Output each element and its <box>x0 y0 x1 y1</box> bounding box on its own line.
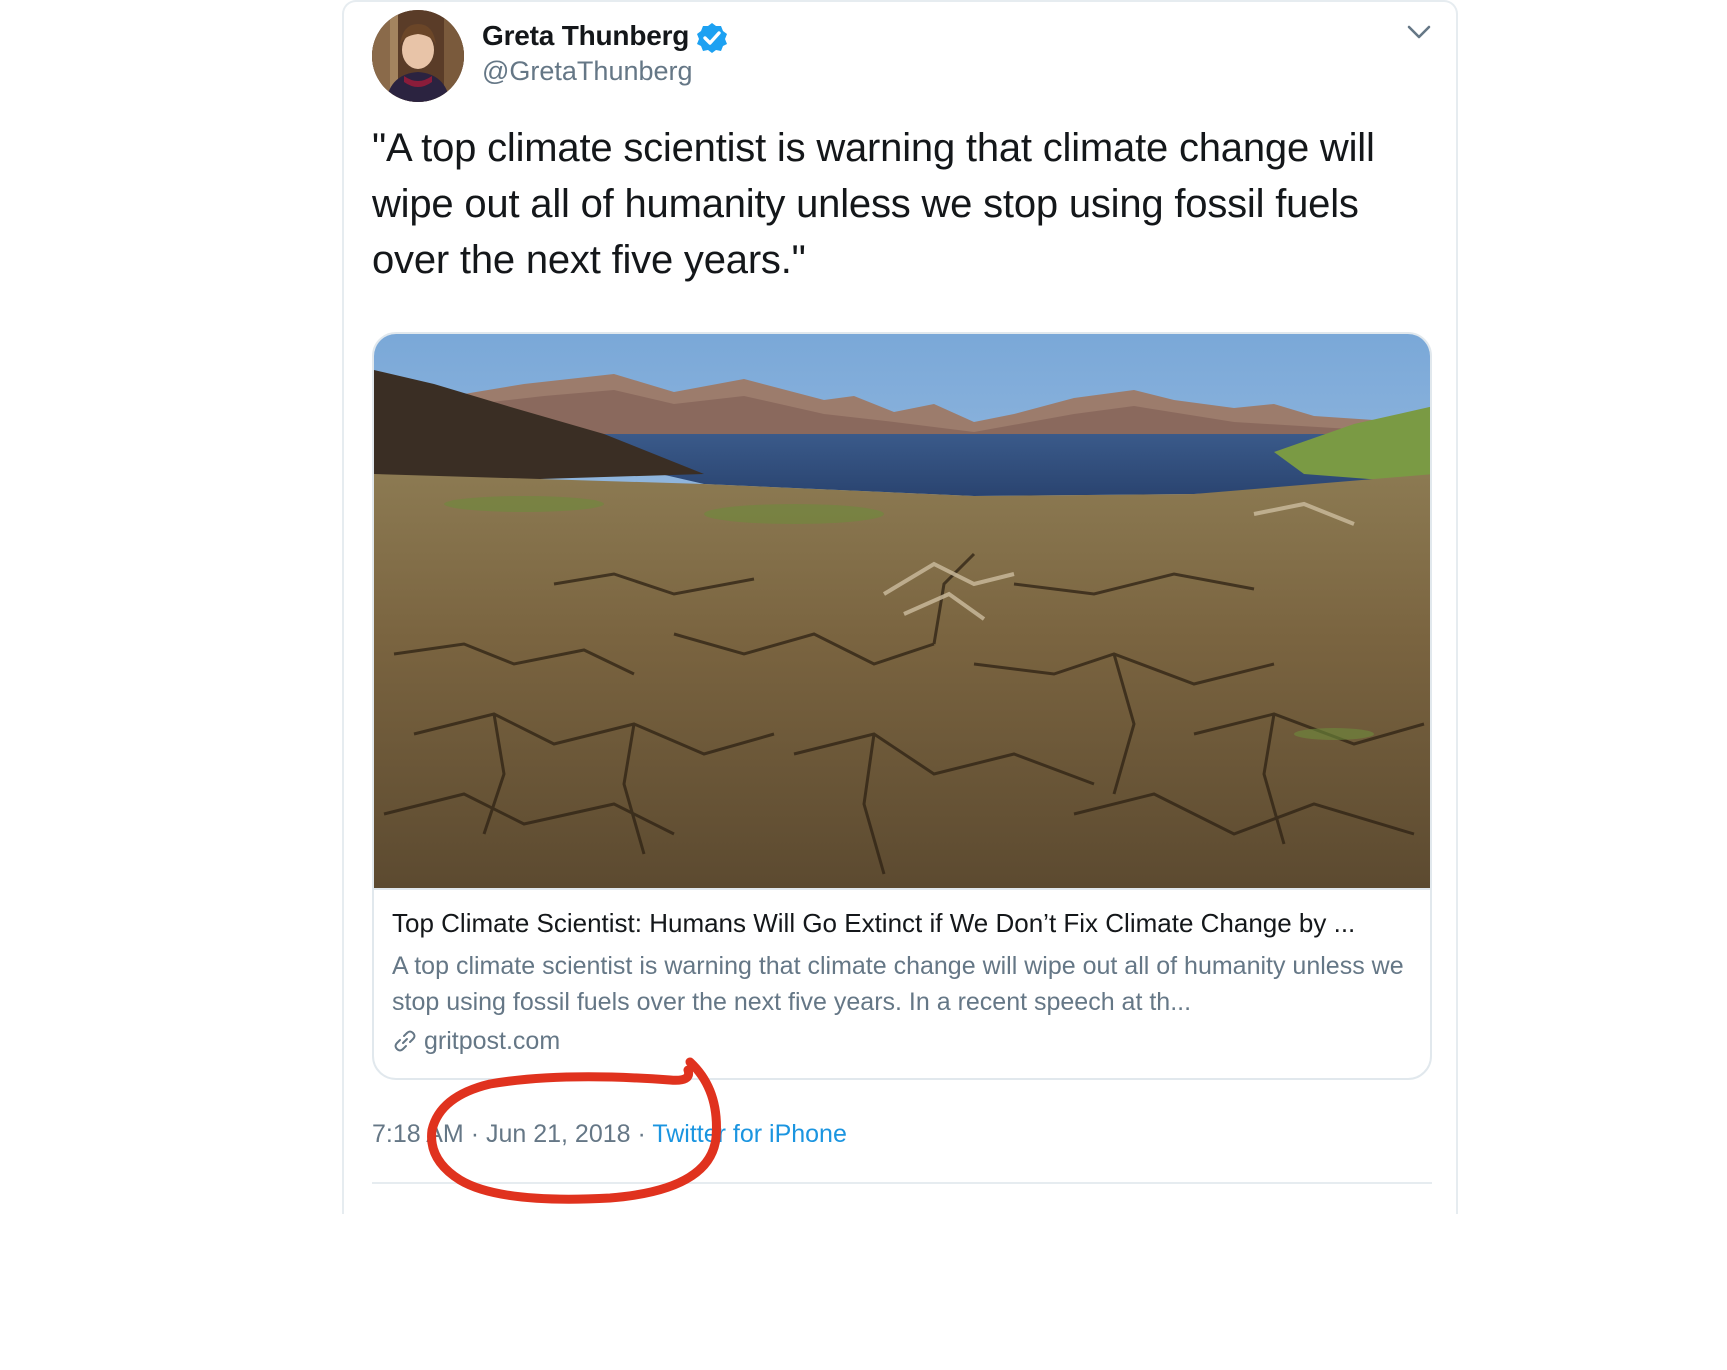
bottom-divider <box>372 1182 1432 1184</box>
tweet-time[interactable]: 7:18 AM <box>372 1120 464 1148</box>
link-domain-row: gritpost.com <box>392 1024 560 1058</box>
tweet-source[interactable]: Twitter for iPhone <box>652 1120 847 1148</box>
meta-separator: · <box>637 1120 646 1148</box>
link-description: A top climate scientist is warning that … <box>392 952 1404 1016</box>
link-card-divider <box>374 888 1430 890</box>
link-icon <box>394 1030 416 1052</box>
link-preview-image <box>374 334 1430 888</box>
tweet-text: "A top climate scientist is warning that… <box>372 126 1375 282</box>
link-title[interactable]: Top Climate Scientist: Humans Will Go Ex… <box>392 908 1422 939</box>
tweet-card: Greta Thunberg @GretaThunberg "A top cli… <box>342 0 1458 1214</box>
verified-badge-icon <box>697 23 727 53</box>
chevron-down-icon[interactable] <box>1404 20 1434 44</box>
link-domain: gritpost.com <box>424 1026 561 1055</box>
meta-separator: · <box>470 1120 480 1148</box>
link-preview-card[interactable]: Top Climate Scientist: Humans Will Go Ex… <box>372 332 1432 1080</box>
avatar[interactable] <box>372 10 464 102</box>
user-handle[interactable]: @GretaThunberg <box>482 56 693 87</box>
avatar-image <box>372 10 464 102</box>
user-name[interactable]: Greta Thunberg <box>482 20 689 52</box>
tweet-date[interactable]: Jun 21, 2018 <box>486 1120 631 1148</box>
screenshot-canvas: Greta Thunberg @GretaThunberg "A top cli… <box>0 0 1727 1370</box>
tweet-meta: 7:18 AM · Jun 21, 2018 · Twitter for iPh… <box>372 1120 847 1149</box>
